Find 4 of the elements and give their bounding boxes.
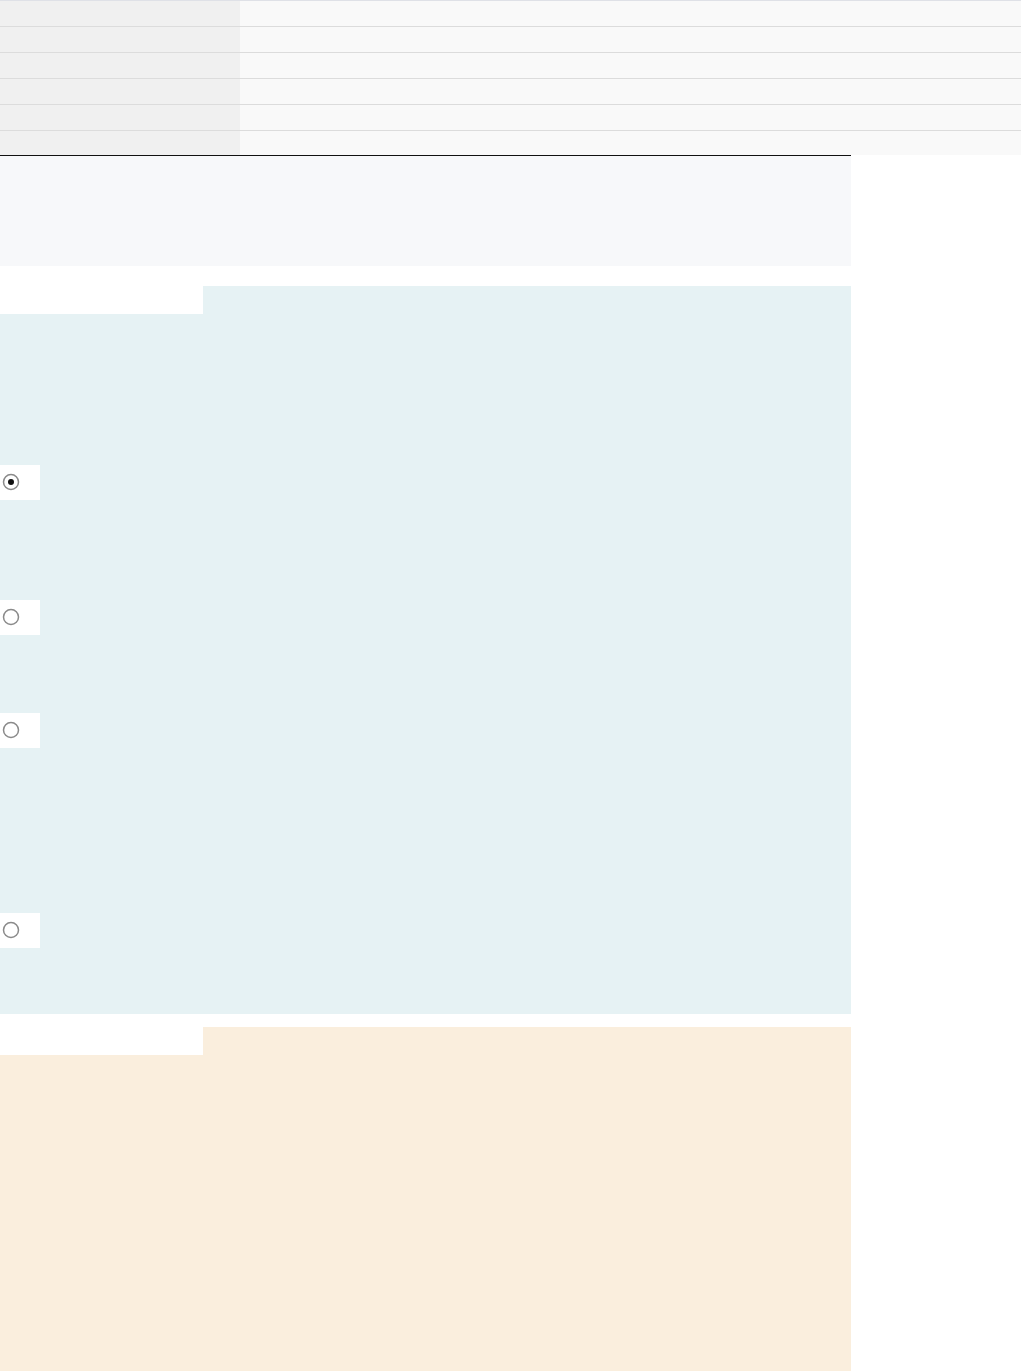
- radio-button[interactable]: [0, 913, 40, 948]
- radio-button[interactable]: [0, 713, 40, 748]
- radio-button[interactable]: [0, 465, 40, 500]
- radio-button[interactable]: [0, 600, 40, 635]
